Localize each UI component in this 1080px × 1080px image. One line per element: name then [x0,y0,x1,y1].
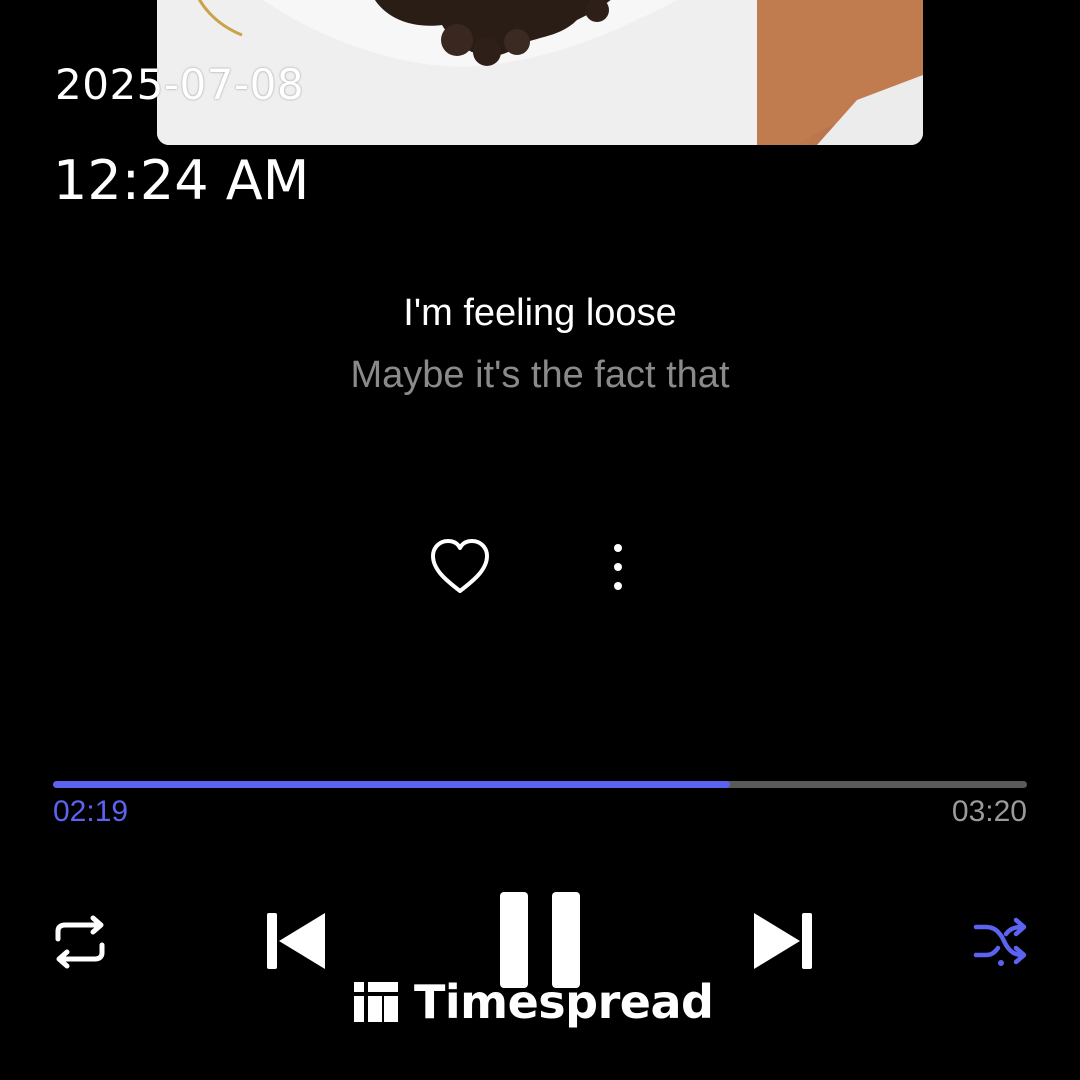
progress-fill [53,781,730,788]
shuffle-button[interactable] [972,915,1030,967]
more-options-button[interactable] [598,538,638,598]
timespread-logo-icon [354,982,398,1022]
previous-track-button[interactable] [265,910,329,972]
heart-outline-icon [431,539,489,593]
like-button[interactable] [427,535,493,599]
lyric-next-line[interactable]: Maybe it's the fact that [0,352,1080,398]
watermark-text: Timespread [414,975,714,1029]
overlay-time: 12:24 AM [53,149,310,212]
overlay-date: 2025-07-08 [55,60,305,109]
repeat-icon [55,915,105,969]
more-vertical-icon [614,544,622,590]
skip-previous-icon [267,913,325,969]
progress-bar[interactable] [53,781,1027,788]
watermark: Timespread [354,975,714,1029]
lyric-current-line[interactable]: I'm feeling loose [0,290,1080,336]
next-track-button[interactable] [750,910,814,972]
repeat-button[interactable] [50,915,110,969]
skip-next-icon [754,913,812,969]
total-time: 03:20 [951,795,1027,828]
shuffle-icon [973,917,1027,966]
elapsed-time: 02:19 [53,795,129,828]
